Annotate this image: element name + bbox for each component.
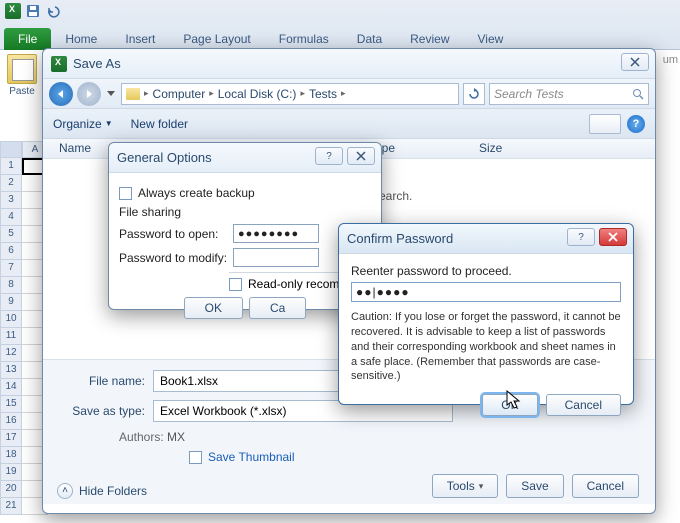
confirm-caution: Caution: If you lose or forget the passw…: [351, 310, 621, 384]
save-thumbnail-checkbox[interactable]: [189, 451, 202, 464]
authors-label: Authors:: [119, 430, 164, 444]
search-icon: [632, 88, 644, 100]
tab-page-layout[interactable]: Page Layout: [169, 28, 264, 50]
save-as-titlebar: Save As: [43, 49, 655, 79]
new-folder-button[interactable]: New folder: [131, 117, 188, 131]
partial-text: um: [663, 54, 678, 66]
folder-icon: [126, 88, 140, 100]
ribbon-tabs: File Home Insert Page Layout Formulas Da…: [0, 24, 517, 50]
col-type[interactable]: Type: [369, 139, 479, 158]
back-button[interactable]: [49, 82, 73, 106]
view-options-button[interactable]: [589, 114, 621, 134]
confirm-ok-button[interactable]: OK: [482, 394, 537, 416]
confirm-titlebar: Confirm Password ?: [339, 224, 633, 254]
confirm-title: Confirm Password: [347, 231, 453, 246]
refresh-button[interactable]: [463, 83, 485, 105]
genopt-ok-button[interactable]: OK: [184, 297, 243, 319]
always-backup-label: Always create backup: [138, 186, 255, 200]
breadcrumb-computer[interactable]: Computer: [153, 87, 206, 101]
file-tab[interactable]: File: [4, 28, 51, 50]
readonly-checkbox[interactable]: [229, 278, 242, 291]
close-icon[interactable]: [599, 228, 627, 246]
tab-home[interactable]: Home: [51, 28, 111, 50]
address-bar[interactable]: ▸ Computer ▸ Local Disk (C:) ▸ Tests ▸: [121, 83, 459, 105]
undo-icon[interactable]: [44, 2, 62, 20]
nav-bar: ▸ Computer ▸ Local Disk (C:) ▸ Tests ▸ S…: [43, 79, 655, 109]
search-placeholder: Search Tests: [494, 87, 564, 101]
excel-ribbon: File Home Insert Page Layout Formulas Da…: [0, 0, 680, 50]
confirm-password-input[interactable]: ●●|●●●●: [351, 282, 621, 302]
paste-icon: [7, 54, 37, 84]
chevron-up-icon: ˄: [57, 483, 73, 499]
confirm-prompt: Reenter password to proceed.: [351, 264, 621, 278]
tab-review[interactable]: Review: [396, 28, 463, 50]
file-sharing-label: File sharing: [119, 205, 371, 219]
quick-access-toolbar: [4, 2, 62, 20]
tab-formulas[interactable]: Formulas: [265, 28, 343, 50]
forward-button[interactable]: [77, 82, 101, 106]
explorer-toolbar: Organize ▼ New folder ?: [43, 109, 655, 139]
tab-data[interactable]: Data: [343, 28, 396, 50]
general-options-title: General Options: [117, 150, 212, 165]
general-options-titlebar: General Options ?: [109, 143, 381, 173]
save-icon[interactable]: [24, 2, 42, 20]
pw-open-input[interactable]: ●●●●●●●●: [233, 224, 319, 243]
search-input[interactable]: Search Tests: [489, 83, 649, 105]
tab-insert[interactable]: Insert: [111, 28, 169, 50]
authors-value[interactable]: MX: [167, 430, 185, 444]
save-as-title: Save As: [73, 56, 121, 71]
help-icon[interactable]: ?: [627, 115, 645, 133]
close-icon[interactable]: [621, 53, 649, 71]
excel-doc-icon: [51, 56, 67, 72]
save-thumbnail-label: Save Thumbnail: [208, 450, 295, 464]
excel-app-icon: [4, 2, 22, 20]
col-size[interactable]: Size: [479, 139, 502, 158]
pw-open-label: Password to open:: [119, 227, 233, 241]
breadcrumb-drive[interactable]: Local Disk (C:): [218, 87, 297, 101]
pw-modify-label: Password to modify:: [119, 251, 233, 265]
confirm-password-dialog: Confirm Password ? Reenter password to p…: [338, 223, 634, 405]
close-icon[interactable]: [347, 147, 375, 165]
breadcrumb-folder[interactable]: Tests: [309, 87, 337, 101]
genopt-cancel-button[interactable]: Ca: [249, 297, 306, 319]
paste-label: Paste: [2, 86, 42, 97]
help-button[interactable]: ?: [567, 228, 595, 246]
savetype-label: Save as type:: [59, 404, 153, 418]
cancel-button[interactable]: Cancel: [572, 474, 639, 498]
tools-button[interactable]: Tools: [432, 474, 499, 498]
column-headers: A: [0, 141, 48, 158]
paste-button[interactable]: Paste: [2, 52, 42, 97]
tab-view[interactable]: View: [464, 28, 518, 50]
always-backup-checkbox[interactable]: [119, 187, 132, 200]
save-button[interactable]: Save: [506, 474, 563, 498]
organize-button[interactable]: Organize ▼: [53, 117, 113, 131]
confirm-cancel-button[interactable]: Cancel: [546, 394, 621, 416]
readonly-label: Read-only recom: [248, 277, 339, 291]
worksheet-grid: 1 2 3 4 5 6 7 8 9 10 11 12 13 14 15 16 1…: [0, 158, 48, 518]
pw-modify-input[interactable]: [233, 248, 319, 267]
filename-label: File name:: [59, 374, 153, 388]
help-button[interactable]: ?: [315, 147, 343, 165]
nav-history-dropdown[interactable]: [105, 83, 117, 105]
hide-folders-button[interactable]: ˄ Hide Folders: [57, 483, 147, 499]
